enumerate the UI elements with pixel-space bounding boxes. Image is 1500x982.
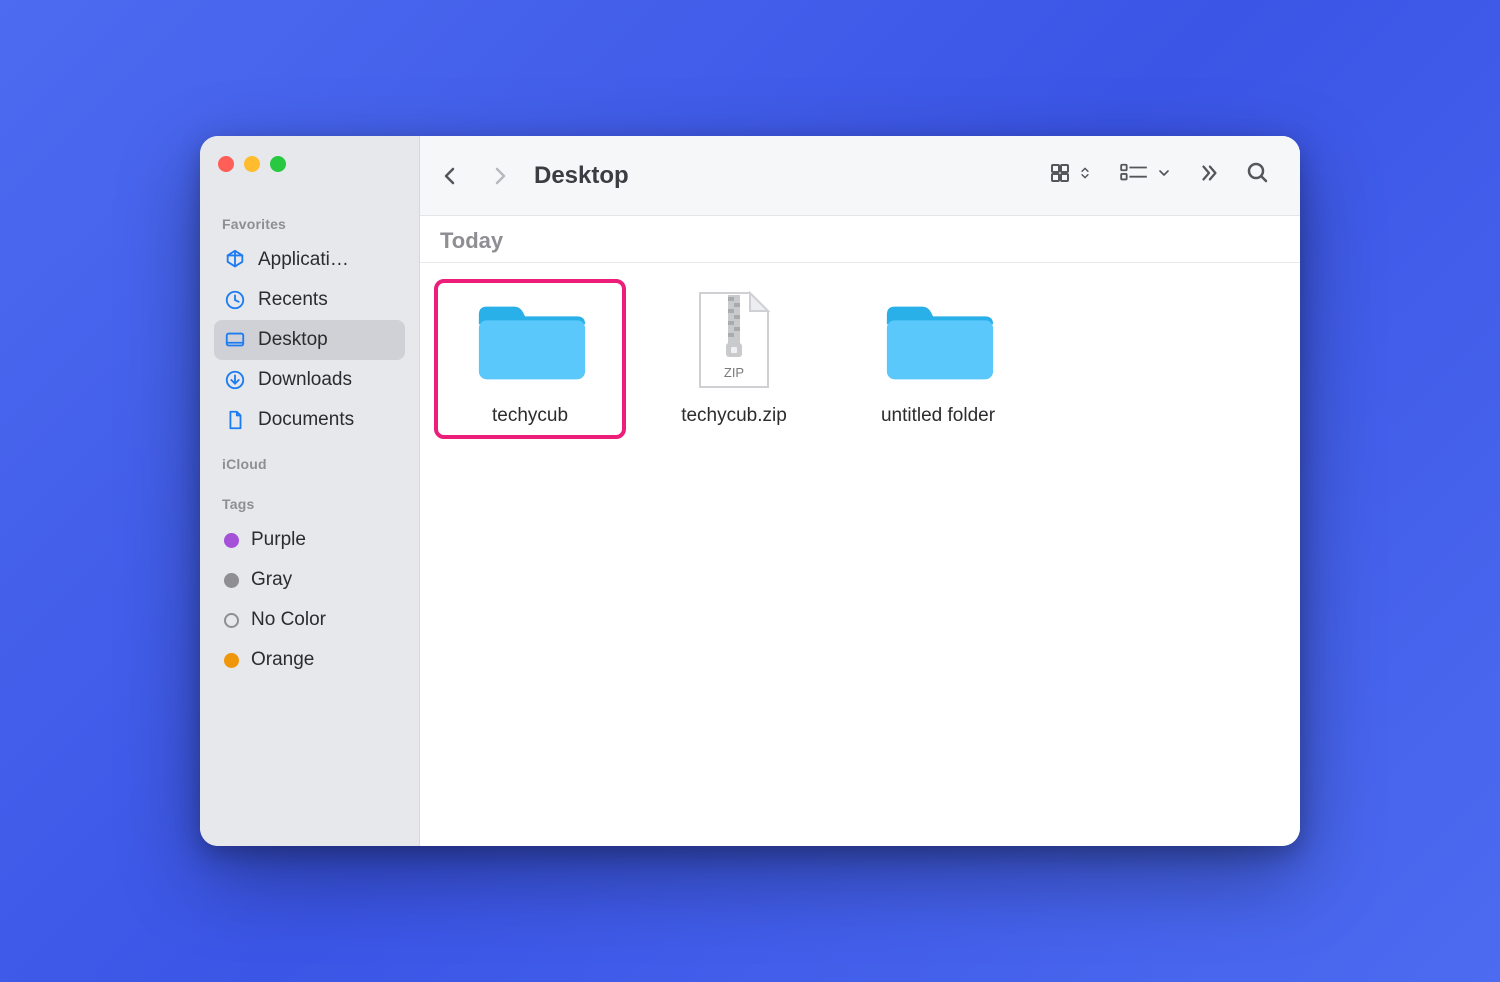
file-item-label: untitled folder — [881, 405, 995, 427]
desktop-icon — [224, 329, 246, 351]
tag-dot-icon — [224, 573, 239, 588]
applications-icon — [224, 249, 246, 271]
window-controls — [214, 156, 405, 172]
sidebar-item-label: Orange — [251, 649, 395, 671]
sidebar-item-label: Purple — [251, 529, 395, 551]
grouping-icon — [1118, 162, 1150, 189]
recents-icon — [224, 289, 246, 311]
sidebar-item-label: Gray — [251, 569, 395, 591]
sidebar-item-label: Applicati… — [258, 249, 395, 271]
downloads-icon — [224, 369, 246, 391]
chevron-updown-icon — [1078, 163, 1092, 188]
file-item-label: techycub.zip — [681, 405, 787, 427]
documents-icon — [224, 409, 246, 431]
svg-text:ZIP: ZIP — [724, 365, 744, 380]
sidebar-tag-no-color[interactable]: No Color — [214, 600, 405, 640]
search-button[interactable] — [1236, 154, 1280, 198]
sidebar-tag-orange[interactable]: Orange — [214, 640, 405, 680]
zoom-window-button[interactable] — [270, 156, 286, 172]
finder-window: Favorites Applicati… Recents — [200, 136, 1300, 846]
view-mode-button[interactable] — [1038, 154, 1102, 198]
sidebar-item-label: Desktop — [258, 329, 395, 351]
sidebar-item-label: Documents — [258, 409, 395, 431]
file-grid: techycub ZIP techycub.zip — [420, 263, 1300, 846]
sidebar-section-tags: Tags — [222, 496, 405, 512]
window-title: Desktop — [534, 162, 629, 190]
sidebar-item-label: Downloads — [258, 369, 395, 391]
sidebar-item-label: Recents — [258, 289, 395, 311]
sidebar-item-label: No Color — [251, 609, 395, 631]
group-header-today: Today — [420, 216, 1300, 263]
file-item-label: techycub — [492, 405, 568, 427]
grid-icon — [1048, 161, 1072, 190]
minimize-window-button[interactable] — [244, 156, 260, 172]
sidebar-item-recents[interactable]: Recents — [214, 280, 405, 320]
sidebar-section-favorites: Favorites — [222, 216, 405, 232]
sidebar-item-applications[interactable]: Applicati… — [214, 240, 405, 280]
back-button[interactable] — [428, 154, 472, 198]
folder-icon — [878, 291, 998, 391]
chevron-double-right-icon — [1198, 162, 1220, 189]
search-icon — [1246, 161, 1270, 190]
sidebar-item-documents[interactable]: Documents — [214, 400, 405, 440]
close-window-button[interactable] — [218, 156, 234, 172]
tag-dot-icon — [224, 653, 239, 668]
sidebar-item-downloads[interactable]: Downloads — [214, 360, 405, 400]
tag-dot-icon — [224, 613, 239, 628]
zip-file-icon: ZIP — [674, 291, 794, 391]
sidebar-tag-purple[interactable]: Purple — [214, 520, 405, 560]
sidebar-item-desktop[interactable]: Desktop — [214, 320, 405, 360]
file-item-folder[interactable]: techycub — [436, 281, 624, 437]
forward-button[interactable] — [478, 154, 522, 198]
file-item-folder[interactable]: untitled folder — [844, 281, 1032, 437]
tag-dot-icon — [224, 533, 239, 548]
sidebar: Favorites Applicati… Recents — [200, 136, 420, 846]
group-by-button[interactable] — [1108, 154, 1182, 198]
folder-icon — [470, 291, 590, 391]
chevron-down-icon — [1156, 165, 1172, 186]
main-pane: Desktop — [420, 136, 1300, 846]
sidebar-tag-gray[interactable]: Gray — [214, 560, 405, 600]
toolbar-overflow-button[interactable] — [1188, 154, 1230, 198]
toolbar: Desktop — [420, 136, 1300, 216]
file-item-zip[interactable]: ZIP techycub.zip — [640, 281, 828, 437]
sidebar-section-icloud: iCloud — [222, 456, 405, 472]
